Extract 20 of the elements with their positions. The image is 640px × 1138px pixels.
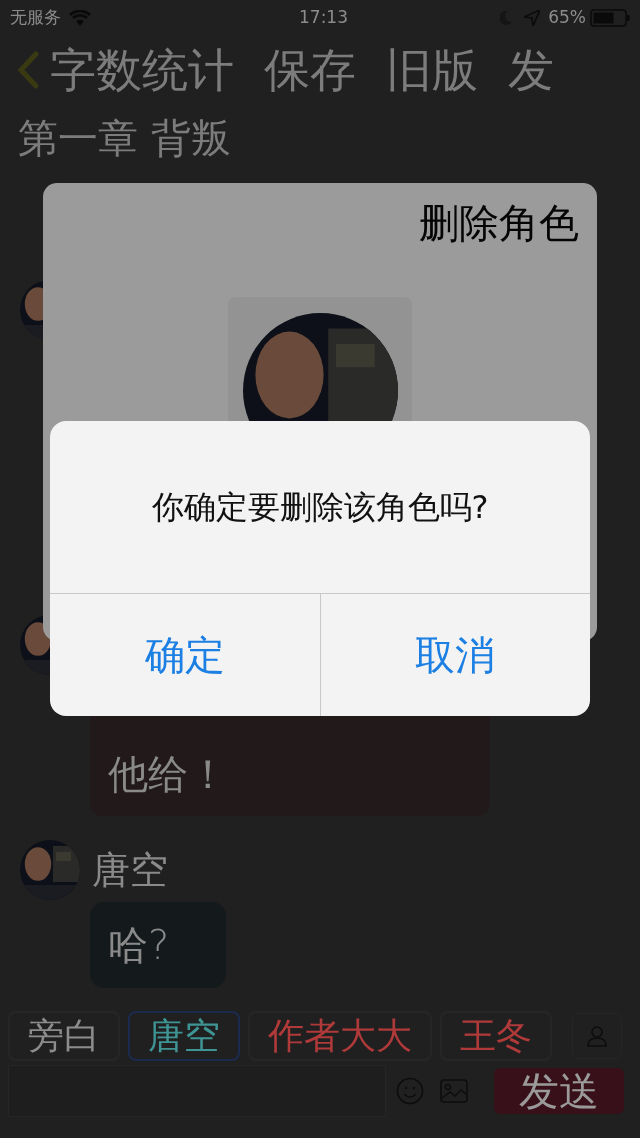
carrier-text: 无服务 <box>10 6 61 30</box>
person-icon[interactable] <box>572 1013 622 1059</box>
role-tab[interactable]: 王冬 <box>440 1011 552 1061</box>
send-button[interactable]: 发送 <box>494 1068 624 1114</box>
nav-action[interactable]: 发 <box>508 47 554 93</box>
message-bubble: 哈? <box>90 902 226 988</box>
dialog-title: 删除角色 <box>419 199 579 248</box>
battery-percent-text: 65% <box>548 6 586 30</box>
nav-action[interactable]: 旧版 <box>386 47 478 93</box>
chapter-title: 第一章 背叛 <box>18 114 231 163</box>
speaker-name: 唐空 <box>92 846 168 894</box>
alert-message: 你确定要删除该角色吗? <box>151 487 489 528</box>
clock-text: 17:13 <box>299 6 348 30</box>
back-chevron-icon[interactable] <box>16 50 40 90</box>
nav-action[interactable]: 保存 <box>264 47 356 93</box>
role-tab[interactable]: 旁白 <box>8 1011 120 1061</box>
nav-action[interactable]: 字数统计 <box>50 47 234 93</box>
role-tab[interactable]: 唐空 <box>128 1011 240 1061</box>
role-tab[interactable]: 作者大大 <box>248 1011 432 1061</box>
alert-button[interactable]: 取消 <box>319 594 590 716</box>
